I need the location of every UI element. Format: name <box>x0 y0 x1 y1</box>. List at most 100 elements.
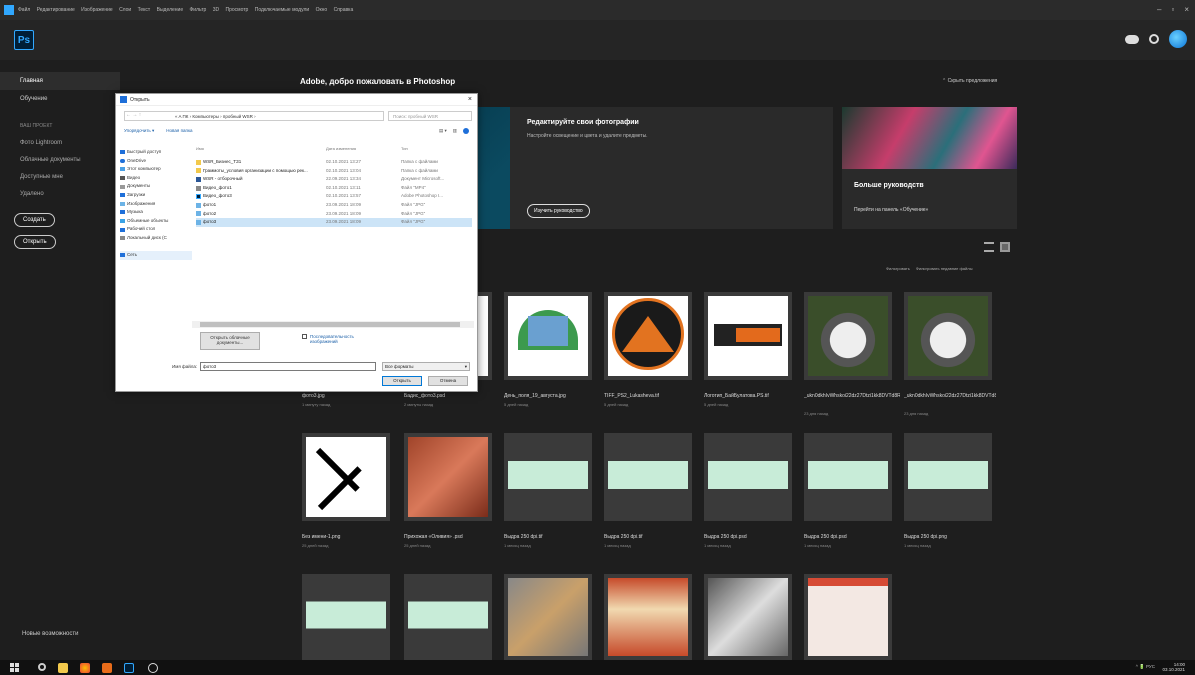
nav-pictures[interactable]: Изображения <box>120 200 192 209</box>
nav-downloads[interactable]: Загрузки <box>120 191 192 200</box>
file-thumb-10[interactable] <box>504 433 592 521</box>
file-thumb-18[interactable] <box>604 574 692 660</box>
nav-3d-objects[interactable]: Объемные объекты <box>120 217 192 226</box>
nav-local-disk[interactable]: Локальный диск (C <box>120 234 192 243</box>
organize-button[interactable]: Упорядочить ▾ <box>124 128 154 134</box>
menu-plugins[interactable]: Подключаемые модули <box>255 7 309 13</box>
cancel-button[interactable]: Отмена <box>428 376 468 386</box>
file-row[interactable]: фото2 23.09.2021 18:09 Файл "JPG" <box>196 210 472 219</box>
file-thumb-16[interactable] <box>404 574 492 660</box>
grid-view-icon[interactable] <box>1000 242 1010 252</box>
menu-layers[interactable]: Слои <box>119 7 131 13</box>
clock[interactable]: 14:00 03.10.2021 <box>1162 662 1185 672</box>
file-thumb-6[interactable] <box>804 292 892 380</box>
nav-documents[interactable]: Документы <box>120 182 192 191</box>
nav-desktop[interactable]: Рабочий стол <box>120 225 192 234</box>
menu-3d[interactable]: 3D <box>213 7 219 13</box>
filter-input[interactable]: Фильтровать недавние файлы <box>916 266 973 271</box>
file-thumb-3[interactable] <box>504 292 592 380</box>
sidebar-item-lightroom[interactable]: Фото Lightroom <box>0 135 120 152</box>
sidebar-item-shared[interactable]: Доступные мне <box>0 169 120 186</box>
file-explorer-icon[interactable] <box>58 663 68 673</box>
column-date[interactable]: Дата изменения <box>326 146 401 151</box>
guides-link[interactable]: Перейти на панель «Обучение» <box>854 207 928 213</box>
file-thumb-14[interactable] <box>904 433 992 521</box>
file-thumb-12[interactable] <box>704 433 792 521</box>
file-thumb-5[interactable] <box>704 292 792 380</box>
file-thumb-4[interactable] <box>604 292 692 380</box>
maximize-button[interactable]: ▫ <box>1171 5 1174 14</box>
nav-videos[interactable]: Видео <box>120 174 192 183</box>
scrollbar-thumb[interactable] <box>200 322 460 327</box>
whats-new-link[interactable]: Новые возможности <box>22 631 78 637</box>
file-thumb-15[interactable] <box>302 574 390 660</box>
file-thumb-19[interactable] <box>704 574 792 660</box>
image-sequence-checkbox[interactable]: Последовательность изображений <box>302 334 380 344</box>
guides-card[interactable]: Больше руководств Перейти на панель «Обу… <box>842 107 1017 229</box>
menu-window[interactable]: Окно <box>316 7 328 13</box>
filetype-select[interactable]: Все форматы ▾ <box>382 362 470 371</box>
new-folder-button[interactable]: Новая папка <box>166 128 192 134</box>
file-thumb-13[interactable] <box>804 433 892 521</box>
checkbox[interactable] <box>302 334 307 339</box>
photoshop-taskbar-icon[interactable] <box>124 663 134 673</box>
menu-file[interactable]: Файл <box>18 7 30 13</box>
file-thumb-7[interactable] <box>904 292 992 380</box>
filename-input[interactable]: фото3 <box>200 362 376 371</box>
dialog-close-icon[interactable]: × <box>468 96 472 103</box>
menu-image[interactable]: Изображение <box>81 7 113 13</box>
open-confirm-button[interactable]: Открыть <box>382 376 422 386</box>
menu-help[interactable]: Справка <box>334 7 354 13</box>
menu-select[interactable]: Выделение <box>157 7 184 13</box>
system-tray[interactable]: ^ 🔋 РУС <box>1136 664 1155 670</box>
chrome-icon[interactable] <box>80 663 90 673</box>
file-thumb-11[interactable] <box>604 433 692 521</box>
open-cloud-docs-button[interactable]: Открыть облачные документы... <box>200 332 260 350</box>
cloud-icon[interactable] <box>1125 34 1139 44</box>
file-thumb-9[interactable] <box>404 433 492 521</box>
menu-text[interactable]: Текст <box>138 7 151 13</box>
menu-view[interactable]: Просмотр <box>225 7 248 13</box>
close-button[interactable]: × <box>1184 5 1189 14</box>
column-name[interactable]: Имя <box>196 146 326 151</box>
file-row[interactable]: Видео_фото3 02.10.2021 13:57 Adobe Photo… <box>196 192 472 201</box>
open-button[interactable]: Открыть <box>14 235 56 249</box>
file-row-selected[interactable]: фото3 23.09.2021 18:09 Файл "JPG" <box>196 218 472 227</box>
avatar[interactable] <box>1169 30 1187 48</box>
sidebar-item-learn[interactable]: Обучение <box>0 90 120 108</box>
file-row[interactable]: WSR_Бизнес_ТЗ1 02.10.2021 13:27 Папка с … <box>196 158 472 167</box>
list-view-icon[interactable] <box>984 242 994 252</box>
address-bar[interactable]: « A ПК › Компьютеры › пробный WSR › <box>124 111 384 121</box>
menu-filter[interactable]: Фильтр <box>190 7 207 13</box>
menu-edit[interactable]: Редактирование <box>37 7 75 13</box>
file-row[interactable]: фото1 23.09.2021 18:09 Файл "JPG" <box>196 201 472 210</box>
tutorial-button[interactable]: Изучить руководство <box>527 204 590 218</box>
dialog-search-input[interactable]: Поиск: пробный WSR <box>388 111 472 121</box>
nav-music[interactable]: Музыка <box>120 208 192 217</box>
file-thumb-20[interactable] <box>804 574 892 660</box>
search-icon[interactable] <box>1149 34 1159 44</box>
sidebar-item-home[interactable]: Главная <box>0 72 120 90</box>
horizontal-scrollbar[interactable] <box>192 321 474 328</box>
inkscape-icon[interactable] <box>148 663 158 673</box>
sidebar-item-cloud-docs[interactable]: Облачные документы <box>0 152 120 169</box>
file-thumb-8[interactable] <box>302 433 390 521</box>
search-icon[interactable] <box>38 663 46 671</box>
file-row[interactable]: WSR - отборочный 22.09.2021 13:34 Докуме… <box>196 175 472 184</box>
preview-pane-icon[interactable]: ▥ <box>453 128 457 134</box>
nav-onedrive[interactable]: OneDrive <box>120 157 192 166</box>
view-options-icon[interactable]: ▤ ▾ <box>439 128 447 134</box>
minimize-button[interactable]: – <box>1157 5 1161 14</box>
file-row[interactable]: Граммоты_условия организации с помощью р… <box>196 167 472 176</box>
nav-network[interactable]: Сеть <box>120 251 192 260</box>
column-type[interactable]: Тип <box>401 146 471 151</box>
nav-quick-access[interactable]: Быстрый доступ <box>120 148 192 157</box>
nav-this-pc[interactable]: Этот компьютер <box>120 165 192 174</box>
create-button[interactable]: Создать <box>14 213 55 227</box>
file-row[interactable]: Видео_фото1 02.10.2021 13:11 Файл "MP4" <box>196 184 472 193</box>
help-icon[interactable] <box>463 128 469 134</box>
start-icon[interactable] <box>10 663 19 672</box>
hide-suggestions-button[interactable]: ⌃ Скрыть предложения <box>942 78 997 84</box>
sidebar-item-deleted[interactable]: Удалено <box>0 186 120 203</box>
app-icon[interactable] <box>102 663 112 673</box>
